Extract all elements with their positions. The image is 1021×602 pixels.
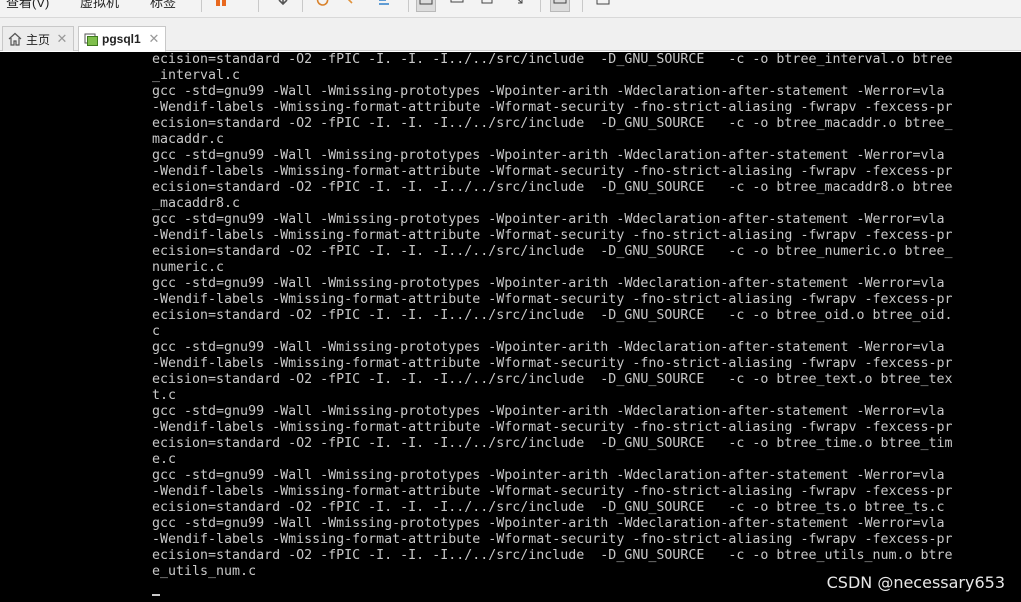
watermark: CSDN @necessary653: [826, 573, 1005, 592]
console-line: e.c: [152, 452, 177, 467]
console-line: -Wendif-labels -Wmissing-format-attribut…: [152, 356, 953, 371]
tab-label: 主页: [26, 32, 51, 47]
console-line: -Wendif-labels -Wmissing-format-attribut…: [152, 228, 953, 243]
console-line: ecision=standard -O2 -fPIC -I. -I. -I../…: [152, 436, 953, 451]
text-cursor: [152, 594, 160, 596]
close-icon[interactable]: ✕: [55, 31, 69, 47]
vm-icon: [84, 33, 98, 46]
close-icon[interactable]: ✕: [147, 31, 161, 47]
console-line: gcc -std=gnu99 -Wall -Wmissing-prototype…: [152, 516, 945, 531]
console-line: gcc -std=gnu99 -Wall -Wmissing-prototype…: [152, 404, 945, 419]
thumbnail-icon: [553, 0, 567, 4]
console-line: gcc -std=gnu99 -Wall -Wmissing-prototype…: [152, 148, 945, 163]
console-line: ecision=standard -O2 -fPIC -I. -I. -I../…: [152, 308, 953, 323]
pause-icon[interactable]: [214, 0, 228, 6]
home-icon: [8, 32, 22, 46]
console-line: -Wendif-labels -Wmissing-format-attribut…: [152, 100, 953, 115]
library-icon[interactable]: [596, 0, 610, 6]
console-line: -Wendif-labels -Wmissing-format-attribut…: [152, 484, 953, 499]
tab-home[interactable]: 主页 ✕: [2, 26, 74, 51]
console-line: numeric.c: [152, 260, 225, 275]
console-line: ecision=standard -O2 -fPIC -I. -I. -I../…: [152, 244, 953, 259]
console-line: macaddr.c: [152, 132, 225, 147]
toolbar-separator: [582, 0, 583, 12]
vm-toolbar: 查看(V) 虚拟机 标签: [0, 0, 1021, 18]
vm-console[interactable]: ecision=standard -O2 -fPIC -I. -I. -I../…: [0, 52, 1021, 602]
menu-vm[interactable]: 虚拟机: [80, 0, 119, 11]
snapshot-icon[interactable]: [347, 0, 361, 6]
console-line: ecision=standard -O2 -fPIC -I. -I. -I../…: [152, 548, 953, 563]
console-line: gcc -std=gnu99 -Wall -Wmissing-prototype…: [152, 276, 945, 291]
stretch-icon[interactable]: [510, 0, 524, 6]
console-line: ecision=standard -O2 -fPIC -I. -I. -I../…: [152, 116, 953, 131]
console-output: ecision=standard -O2 -fPIC -I. -I. -I../…: [152, 52, 953, 580]
console-line: -Wendif-labels -Wmissing-format-attribut…: [152, 164, 953, 179]
fullscreen-icon[interactable]: [450, 0, 464, 6]
console-line: ecision=standard -O2 -fPIC -I. -I. -I../…: [152, 52, 953, 67]
tab-label: pgsql1: [102, 32, 141, 46]
console-line: gcc -std=gnu99 -Wall -Wmissing-prototype…: [152, 84, 945, 99]
toolbar-separator: [258, 0, 259, 12]
console-line: gcc -std=gnu99 -Wall -Wmissing-prototype…: [152, 468, 945, 483]
console-line: ecision=standard -O2 -fPIC -I. -I. -I../…: [152, 500, 945, 515]
console-line: _interval.c: [152, 68, 241, 83]
snapshot-revert-icon[interactable]: [316, 0, 330, 6]
toolbar-separator: [201, 0, 202, 12]
console-line: gcc -std=gnu99 -Wall -Wmissing-prototype…: [152, 212, 945, 227]
console-line: -Wendif-labels -Wmissing-format-attribut…: [152, 420, 953, 435]
tab-pgsql1[interactable]: pgsql1 ✕: [78, 26, 166, 52]
toolbar-separator: [540, 0, 541, 12]
unity-icon[interactable]: [480, 0, 494, 6]
toolbar-separator: [408, 0, 409, 12]
menu-view[interactable]: 查看(V): [6, 0, 49, 11]
menu-tabs[interactable]: 标签: [150, 0, 176, 11]
console-view-icon: [419, 0, 433, 5]
console-line: _macaddr8.c: [152, 196, 241, 211]
snapshot-manager-icon[interactable]: [377, 0, 391, 6]
console-line: ecision=standard -O2 -fPIC -I. -I. -I../…: [152, 372, 953, 387]
console-line: t.c: [152, 388, 177, 403]
console-line: ecision=standard -O2 -fPIC -I. -I. -I../…: [152, 180, 953, 195]
console-line: -Wendif-labels -Wmissing-format-attribut…: [152, 532, 953, 547]
console-line: gcc -std=gnu99 -Wall -Wmissing-prototype…: [152, 340, 945, 355]
send-keys-icon[interactable]: [276, 0, 290, 6]
console-line: -Wendif-labels -Wmissing-format-attribut…: [152, 292, 953, 307]
toolbar-separator: [302, 0, 303, 12]
console-line: c: [152, 324, 161, 339]
tab-bar: 主页 ✕ pgsql1 ✕: [0, 18, 1021, 52]
